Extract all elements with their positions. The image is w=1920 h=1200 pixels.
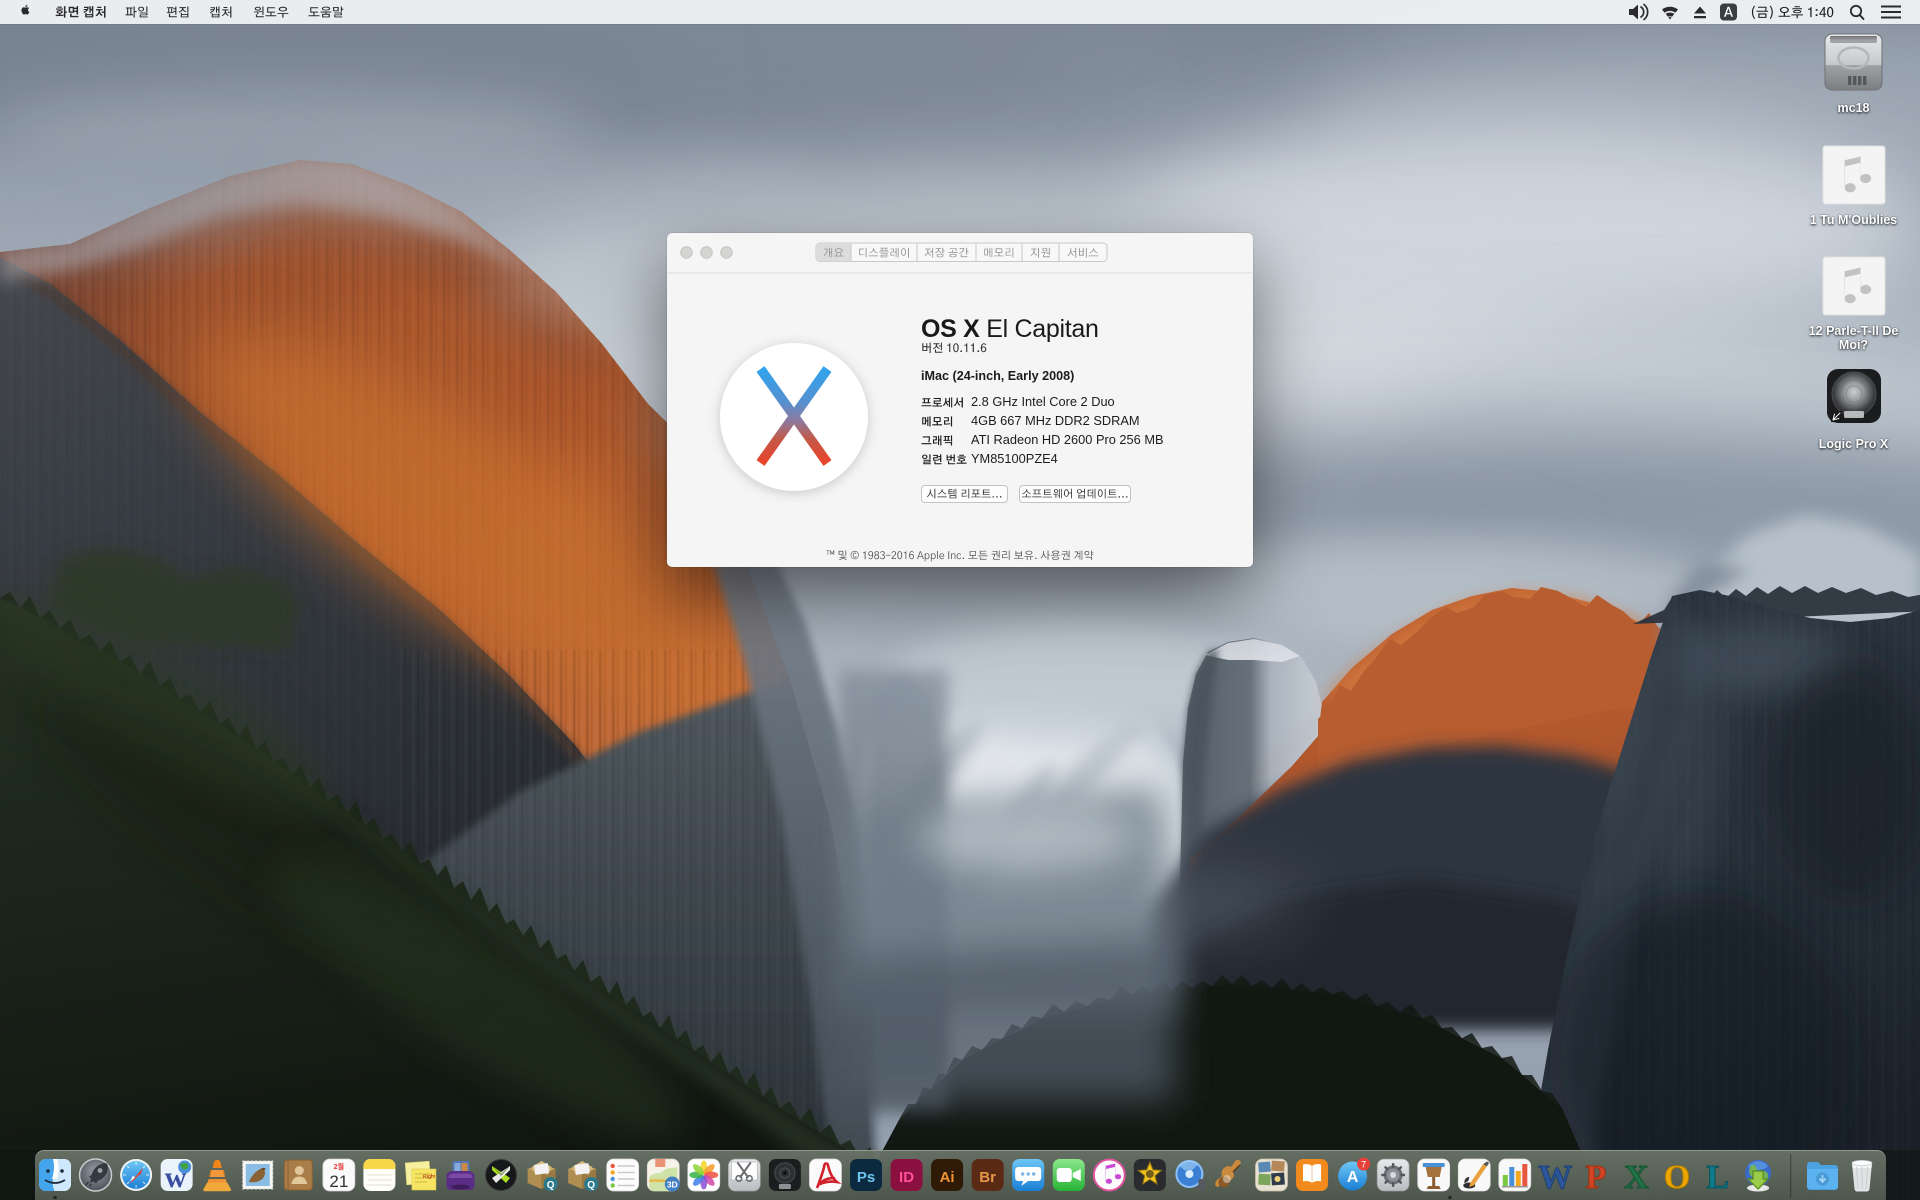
svg-text:RIght: RIght	[423, 1174, 436, 1181]
svg-text:O: O	[1664, 1159, 1690, 1196]
svg-text:ID: ID	[899, 1169, 914, 1186]
svg-text:Ps: Ps	[857, 1169, 875, 1186]
svg-text:X: X	[1624, 1159, 1649, 1196]
svg-text:21: 21	[329, 1172, 348, 1191]
svg-text:3D: 3D	[667, 1180, 678, 1190]
svg-text:Br: Br	[979, 1169, 996, 1186]
svg-text:Ai: Ai	[940, 1169, 955, 1186]
svg-text:P: P	[1586, 1159, 1607, 1196]
svg-text:Q: Q	[587, 1180, 595, 1191]
svg-text:W: W	[1538, 1159, 1572, 1196]
svg-text:A: A	[1347, 1169, 1359, 1186]
svg-text:Q: Q	[547, 1180, 555, 1191]
svg-text:7: 7	[1361, 1160, 1366, 1171]
svg-text:2월: 2월	[334, 1162, 344, 1171]
svg-text:L: L	[1706, 1159, 1729, 1196]
